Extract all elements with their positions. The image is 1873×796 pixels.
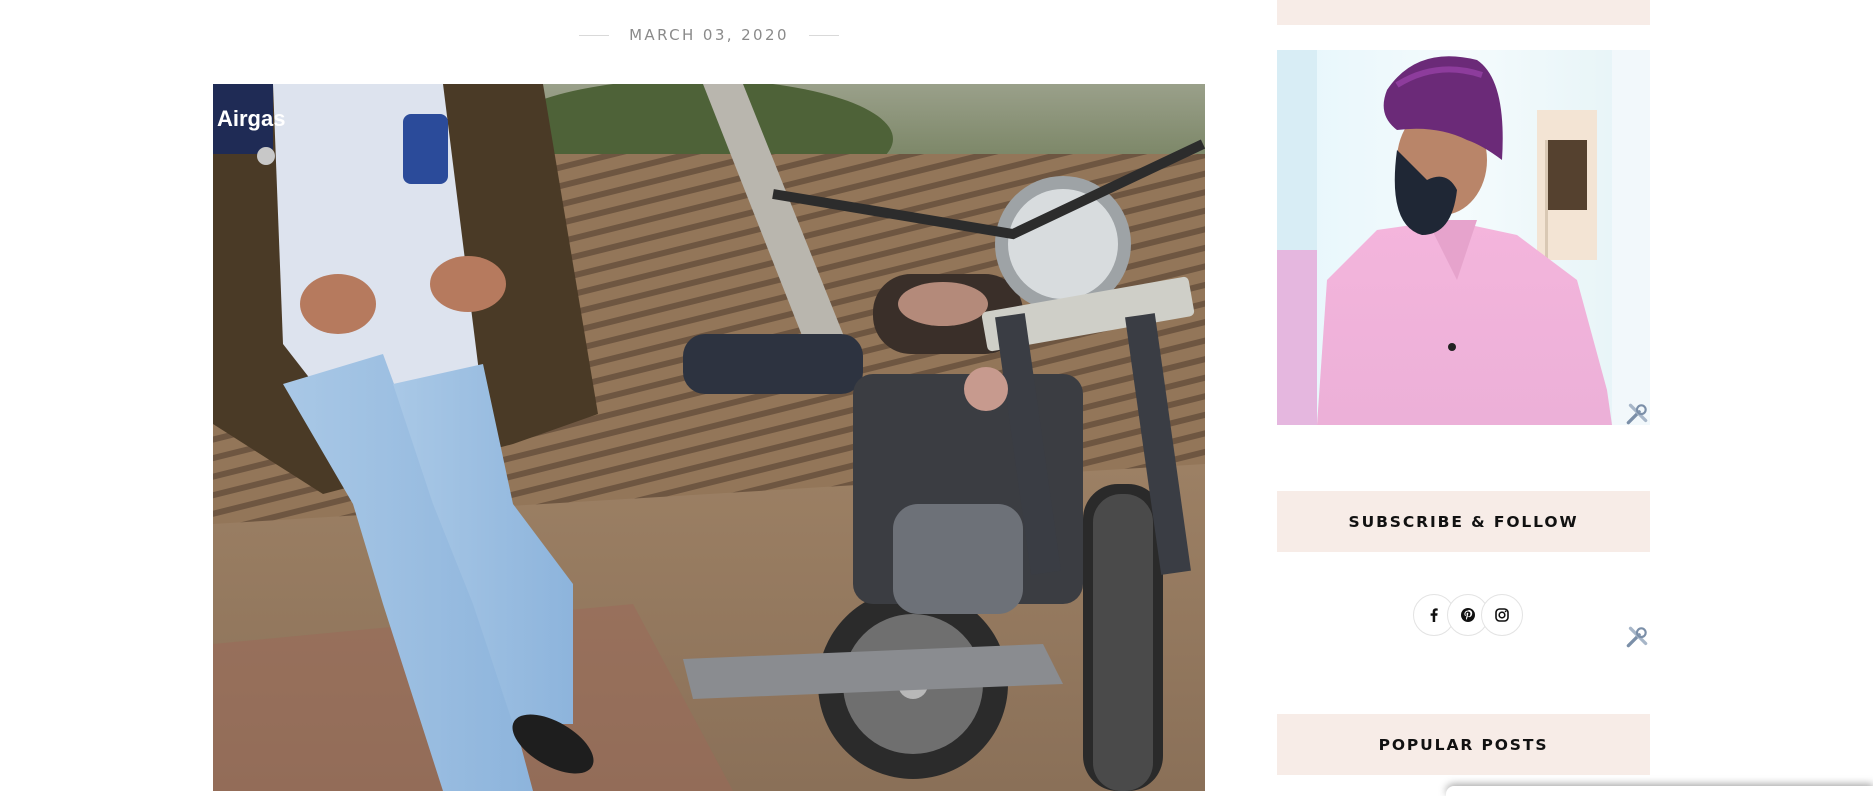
social-links	[1413, 594, 1523, 638]
profile-photo[interactable]	[1277, 50, 1650, 425]
date-divider-right	[808, 34, 839, 36]
subscribe-follow-title: SUBSCRIBE & FOLLOW	[1277, 491, 1650, 552]
about-me-title: ABOUT ME	[1277, 0, 1650, 25]
facebook-icon	[1430, 608, 1438, 622]
post-featured-image[interactable]: Airgas	[213, 84, 1205, 791]
post-date: MARCH 03, 2020	[629, 26, 789, 44]
date-divider-left	[579, 34, 610, 36]
svg-text:Airgas: Airgas	[217, 106, 285, 131]
edit-tools-icon[interactable]	[1624, 401, 1650, 427]
pinterest-icon	[1461, 608, 1475, 622]
instagram-icon	[1495, 608, 1509, 622]
popular-posts-title: POPULAR POSTS	[1277, 714, 1650, 775]
post-date-row: MARCH 03, 2020	[213, 0, 1205, 70]
instagram-link[interactable]	[1481, 594, 1523, 636]
edit-tools-icon[interactable]	[1624, 624, 1650, 650]
cookie-banner-edge	[1446, 786, 1873, 796]
